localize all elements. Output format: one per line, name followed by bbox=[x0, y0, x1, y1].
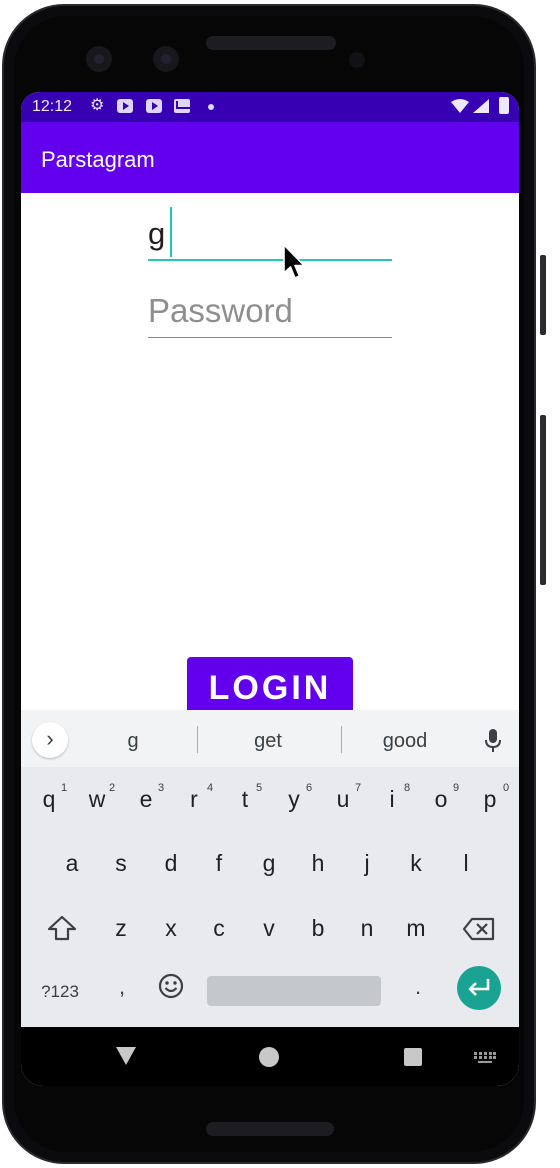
front-camera-icon bbox=[86, 46, 112, 72]
key-h[interactable]: h bbox=[296, 850, 340, 877]
youtube-icon bbox=[146, 99, 162, 113]
status-time: 12:12 bbox=[32, 98, 73, 115]
key-b[interactable]: b bbox=[296, 915, 340, 942]
key-hint-2: 2 bbox=[109, 782, 116, 794]
front-camera-icon bbox=[153, 46, 179, 72]
back-icon[interactable] bbox=[116, 1047, 136, 1065]
key-hint-5: 5 bbox=[256, 782, 263, 794]
key-g[interactable]: g bbox=[247, 850, 291, 877]
status-bar: 12:12 ⚙ bbox=[21, 92, 519, 122]
key-m[interactable]: m bbox=[394, 915, 438, 942]
youtube-icon bbox=[117, 99, 133, 113]
key-hint-3: 3 bbox=[158, 782, 165, 794]
battery-icon bbox=[499, 97, 509, 114]
emoji-icon[interactable] bbox=[157, 972, 185, 1000]
home-icon[interactable] bbox=[259, 1047, 279, 1067]
key-f[interactable]: f bbox=[197, 850, 241, 877]
key-s[interactable]: s bbox=[99, 850, 143, 877]
proximity-sensor bbox=[349, 52, 365, 68]
key-d[interactable]: d bbox=[149, 850, 193, 877]
power-button bbox=[540, 255, 546, 335]
password-underline bbox=[148, 337, 392, 338]
key-j[interactable]: j bbox=[345, 850, 389, 877]
mouse-pointer-icon bbox=[283, 244, 305, 279]
enter-icon bbox=[468, 979, 490, 996]
key-a[interactable]: a bbox=[50, 850, 94, 877]
key-hint-6: 6 bbox=[306, 782, 313, 794]
username-input[interactable] bbox=[148, 202, 392, 258]
key-hint-8: 8 bbox=[404, 782, 411, 794]
soft-keyboard: › g get good q w e r t y u i o p 1 2 3 4… bbox=[21, 710, 519, 1027]
key-hint-1: 1 bbox=[61, 782, 68, 794]
key-hint-0: 0 bbox=[503, 782, 510, 794]
username-field[interactable] bbox=[148, 202, 392, 262]
password-field[interactable] bbox=[148, 287, 392, 339]
suggestion-item[interactable]: get bbox=[198, 730, 338, 753]
enter-key[interactable] bbox=[457, 966, 501, 1010]
volume-button bbox=[540, 415, 546, 585]
key-hint-7: 7 bbox=[355, 782, 362, 794]
recent-apps-icon[interactable] bbox=[404, 1048, 422, 1066]
settings-icon: ⚙ bbox=[90, 97, 105, 114]
key-z[interactable]: z bbox=[99, 915, 143, 942]
shift-icon[interactable] bbox=[47, 915, 77, 941]
suggestion-item[interactable]: g bbox=[63, 730, 203, 753]
symbols-key[interactable]: ?123 bbox=[37, 982, 83, 1002]
bottom-speaker bbox=[206, 1122, 334, 1136]
gmail-icon bbox=[174, 99, 190, 113]
key-hint-4: 4 bbox=[207, 782, 214, 794]
login-button[interactable]: LOGIN bbox=[187, 657, 353, 717]
key-v[interactable]: v bbox=[247, 915, 291, 942]
password-input[interactable] bbox=[148, 287, 392, 335]
text-caret bbox=[170, 207, 172, 257]
username-underline bbox=[148, 259, 392, 261]
suggestion-strip: › g get good bbox=[21, 710, 519, 767]
key-hint-9: 9 bbox=[453, 782, 460, 794]
microphone-icon[interactable] bbox=[483, 728, 503, 754]
key-x[interactable]: x bbox=[149, 915, 193, 942]
navigation-bar bbox=[21, 1027, 519, 1086]
period-key[interactable]: . bbox=[409, 974, 427, 1000]
key-l[interactable]: l bbox=[444, 850, 488, 877]
key-n[interactable]: n bbox=[345, 915, 389, 942]
keyboard-switch-icon[interactable] bbox=[474, 1052, 496, 1064]
space-key[interactable] bbox=[207, 976, 381, 1006]
suggestion-item[interactable]: good bbox=[335, 730, 475, 753]
device-screen: 12:12 ⚙ Parstagram LOGIN › g get bbox=[21, 92, 519, 1086]
app-title: Parstagram bbox=[41, 147, 155, 172]
key-c[interactable]: c bbox=[197, 915, 241, 942]
notification-dot-icon bbox=[208, 104, 214, 110]
wifi-icon bbox=[451, 99, 469, 113]
key-k[interactable]: k bbox=[394, 850, 438, 877]
earpiece-speaker bbox=[206, 36, 336, 50]
comma-key[interactable]: , bbox=[113, 974, 131, 1000]
backspace-icon[interactable] bbox=[462, 917, 496, 941]
signal-icon bbox=[473, 99, 489, 113]
app-bar: Parstagram bbox=[21, 122, 519, 193]
